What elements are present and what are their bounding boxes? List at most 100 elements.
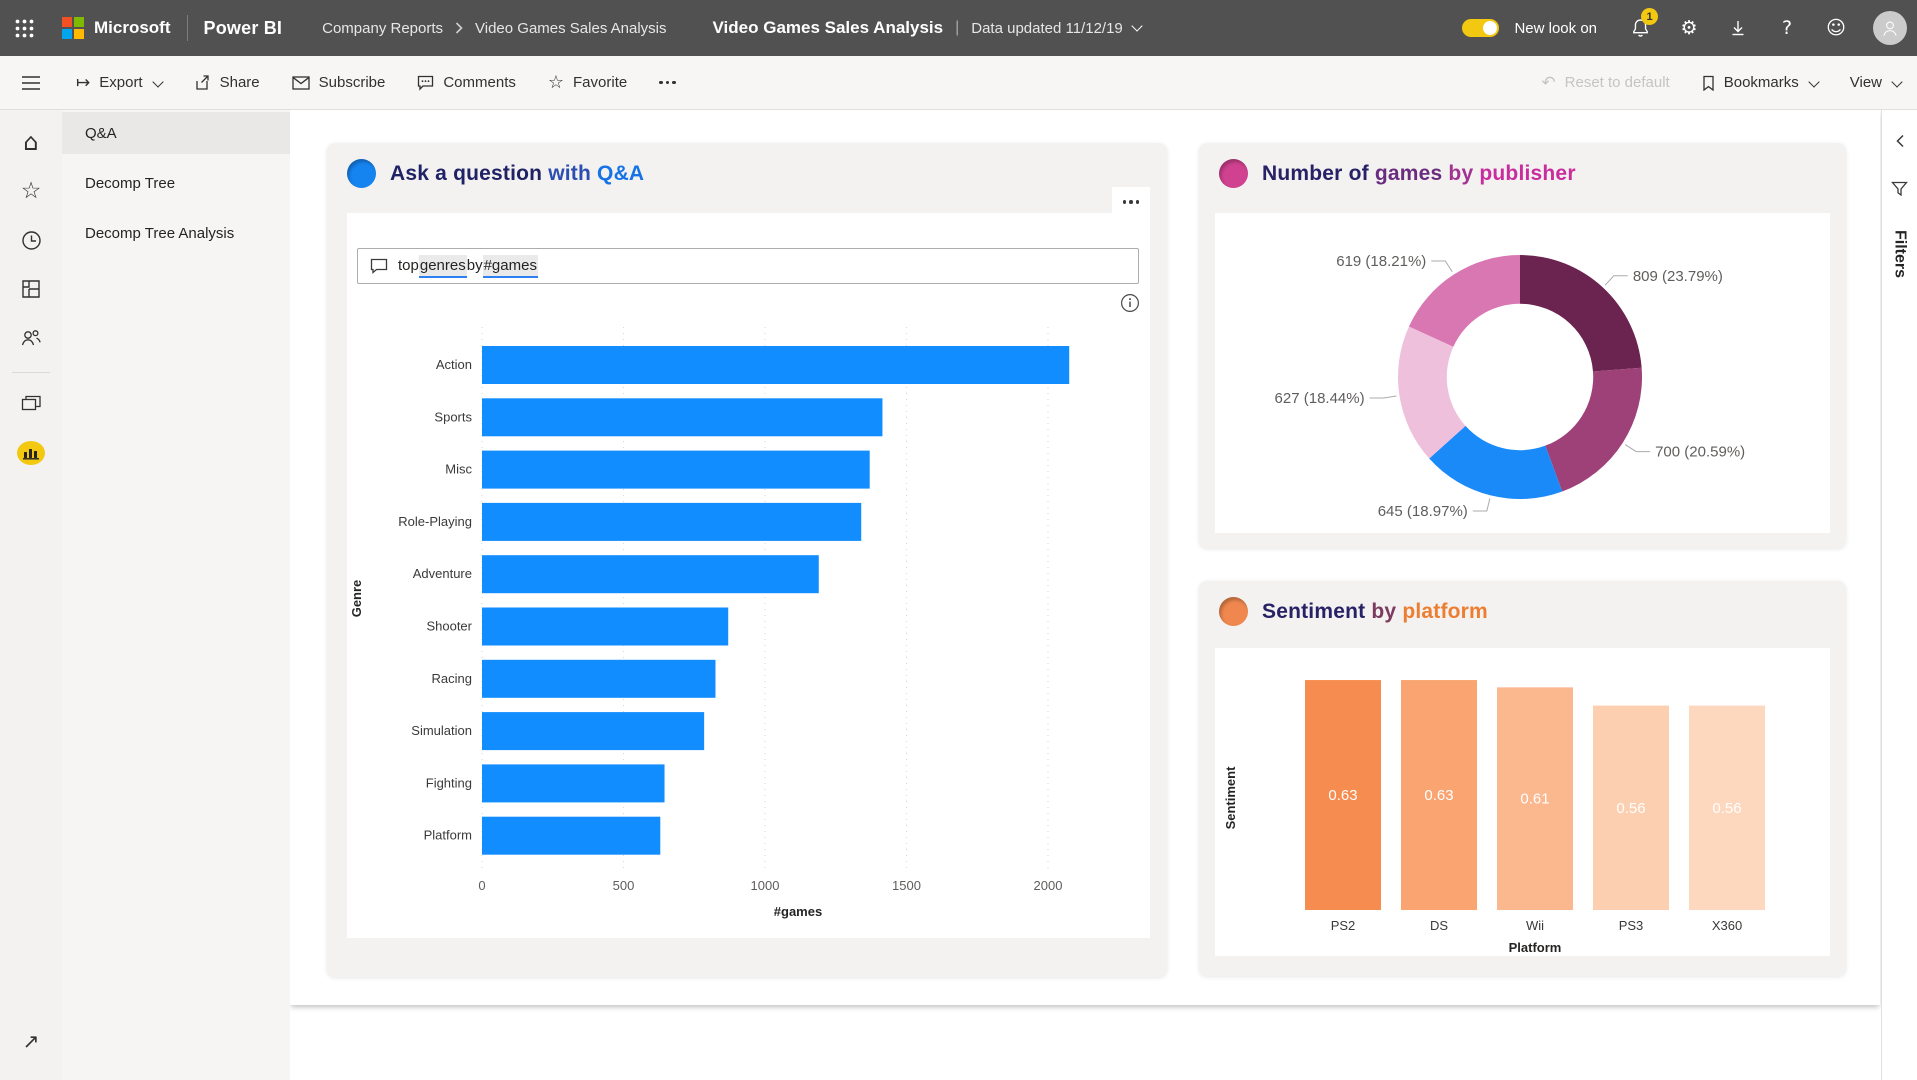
more-options-button[interactable] [659,81,676,85]
account-avatar[interactable] [1873,11,1907,45]
x-tick-label: 1500 [892,878,921,893]
bar-adventure[interactable] [482,555,819,593]
title-separator: | [955,19,959,37]
workspaces-button[interactable] [10,384,52,424]
bar-simulation[interactable] [482,712,704,750]
info-icon [1120,293,1140,313]
export-chevron-icon [152,76,163,87]
bar-role-playing[interactable] [482,503,861,541]
report-canvas: Ask a question with Q&A top genres by #g… [290,110,1880,1005]
bookmarks-button[interactable]: Bookmarks [1702,74,1818,91]
category-label: Action [436,357,472,372]
value-label: 0.63 [1424,787,1453,804]
category-label: Sports [434,409,472,424]
bar-shooter[interactable] [482,608,728,646]
report-title: Video Games Sales Analysis [713,18,944,38]
category-label: Shooter [426,619,472,634]
category-label: Fighting [426,775,472,790]
category-label: Simulation [411,723,472,738]
filters-button[interactable] [1891,181,1908,200]
reset-to-default-button[interactable]: ↶ Reset to default [1541,73,1669,93]
comment-icon [417,75,434,91]
data-updated-label: Data updated 11/12/19 [971,20,1123,37]
top-app-bar: Microsoft Power BI Company Reports Video… [0,0,1917,56]
share-button[interactable]: Share [194,74,260,91]
home-button[interactable]: ⌂ [10,122,52,162]
breadcrumb-report[interactable]: Video Games Sales Analysis [475,20,667,37]
label-leader-line [1625,445,1650,452]
bar-misc[interactable] [482,451,870,489]
publisher-card-header: Number of games by publisher [1219,159,1576,188]
sentiment-column-chart: 0.63PS20.63DS0.61Wii0.56PS30.56X360Platf… [1215,648,1830,961]
y-axis-title: Genre [349,580,364,618]
microsoft-logo [62,17,84,39]
y-axis-title: Sentiment [1223,766,1238,830]
publisher-accent-dot-icon [1219,159,1248,188]
page-item-decomp-tree[interactable]: Decomp Tree [62,162,290,204]
settings-button[interactable]: ⚙ [1669,8,1709,48]
person-icon [1879,11,1901,45]
rail-divider [12,372,50,373]
qna-card-title: Ask a question with Q&A [390,162,644,186]
funnel-icon [1891,181,1908,197]
comments-button[interactable]: Comments [417,74,516,91]
new-look-toggle[interactable] [1462,19,1499,37]
breadcrumb-section[interactable]: Company Reports [322,20,443,37]
bar-action[interactable] [482,346,1069,384]
new-look-label: New look on [1514,20,1597,37]
app-launcher-button[interactable] [0,0,48,56]
nav-pane-toggle[interactable] [0,56,62,109]
apps-button[interactable] [10,269,52,309]
bar-fighting[interactable] [482,764,665,802]
bar-sports[interactable] [482,398,882,436]
page-item-qa[interactable]: Q&A [62,112,290,154]
qna-visual-card: Ask a question with Q&A top genres by #g… [327,143,1167,977]
donut-slice-1[interactable] [1545,368,1642,492]
pages-pane: Q&A Decomp Tree Decomp Tree Analysis [62,110,290,1080]
recent-button[interactable] [10,220,52,260]
donut-slice-0[interactable] [1520,255,1642,371]
page-label: Q&A [85,125,117,142]
help-button[interactable]: ? [1767,8,1807,48]
expand-rail-button[interactable]: ↗ [10,1021,52,1061]
favorites-button[interactable]: ☆ [10,171,52,211]
download-button[interactable] [1718,8,1758,48]
shared-with-me-button[interactable] [10,318,52,358]
category-label: PS3 [1619,918,1644,933]
qna-visual-body: top genres by #games 0500100015002000Act… [347,213,1150,938]
subscribe-button[interactable]: Subscribe [292,74,386,91]
sentiment-card-header: Sentiment by platform [1219,597,1488,626]
powerbi-app: Microsoft Power BI Company Reports Video… [0,0,1917,1080]
apps-grid-icon [21,279,41,299]
feedback-button[interactable]: ☺ [1816,8,1856,48]
bar-racing[interactable] [482,660,715,698]
view-button[interactable]: View [1850,74,1901,91]
donut-label: 700 (20.59%) [1655,444,1745,461]
expand-filters-button[interactable] [1895,134,1905,151]
publisher-donut-chart: 809 (23.79%)700 (20.59%)645 (18.97%)627 … [1215,213,1830,538]
x-tick-label: 0 [478,878,485,893]
export-button[interactable]: ↦ Export [76,73,162,93]
title-dropdown-chevron-icon[interactable] [1131,20,1142,31]
notifications-button[interactable]: 1 [1620,8,1660,48]
qna-info-button[interactable] [1120,293,1140,313]
hamburger-icon [21,75,41,91]
powerbi-report-icon [16,440,46,466]
export-icon: ↦ [76,73,90,93]
publisher-visual-body: 809 (23.79%)700 (20.59%)645 (18.97%)627 … [1215,213,1830,533]
page-item-decomp-tree-analysis[interactable]: Decomp Tree Analysis [62,212,290,254]
qna-question-input[interactable]: top genres by #games [357,248,1139,284]
expand-arrow-icon: ↗ [23,1029,40,1053]
workspaces-icon [21,395,42,413]
favorite-button[interactable]: ☆ Favorite [548,72,627,93]
report-toolbar: ↦ Export Share Subscribe Comments [0,56,1917,110]
bar-platform[interactable] [482,817,660,855]
powerbi-wordmark: Power BI [204,18,283,39]
value-label: 0.63 [1328,787,1357,804]
qna-card-header: Ask a question with Q&A [347,159,644,188]
current-report-button[interactable] [10,433,52,473]
x-tick-label: 2000 [1034,878,1063,893]
help-icon: ? [1782,17,1792,39]
donut-label: 645 (18.97%) [1378,503,1468,520]
category-label: PS2 [1331,918,1356,933]
